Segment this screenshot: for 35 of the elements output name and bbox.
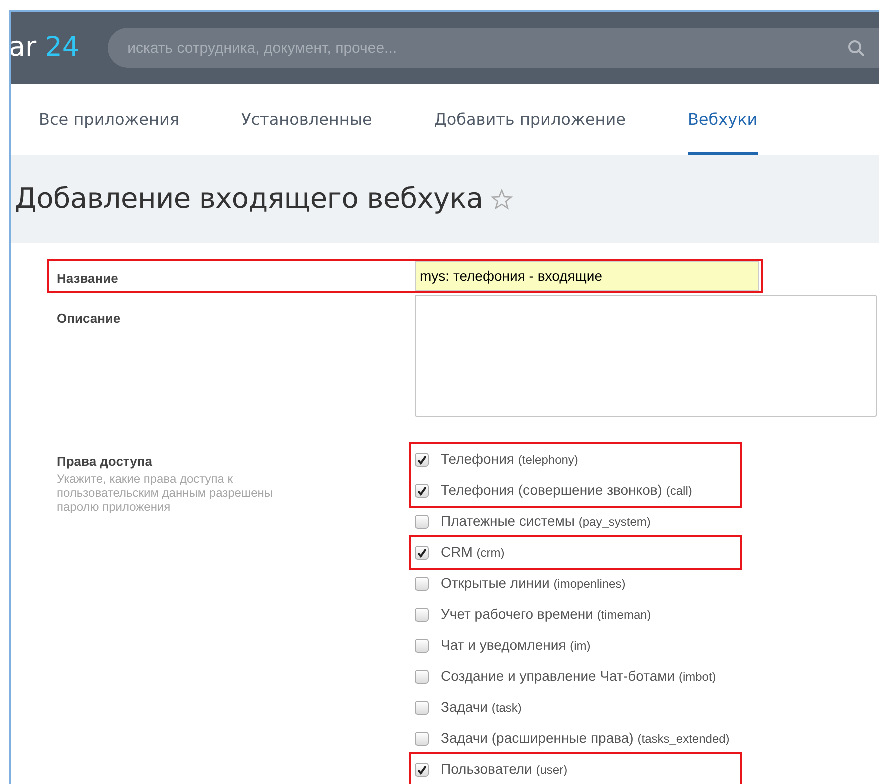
checkbox[interactable]: [415, 546, 429, 560]
checkbox-label: Чат и уведомления (im): [441, 636, 591, 655]
checkbox[interactable]: [415, 732, 429, 746]
checkbox[interactable]: [415, 608, 429, 622]
field-label: Права доступа: [57, 453, 154, 471]
field-label: Описание: [57, 311, 121, 326]
description-field[interactable]: [415, 295, 877, 417]
checkbox[interactable]: [415, 484, 429, 498]
search-icon: [848, 40, 865, 57]
checkbox-label: Телефония (telephony): [441, 450, 578, 469]
star-icon[interactable]: [491, 188, 514, 210]
checkbox-label: Задачи (расширенные права) (tasks_extended): [441, 729, 730, 748]
checkbox[interactable]: [415, 638, 429, 652]
checkbox-label: Задачи (task): [441, 698, 522, 717]
checkbox-label: Платежные системы (pay_system): [441, 512, 651, 531]
name-field[interactable]: mys: телефония - входящие: [415, 261, 759, 291]
search-field[interactable]: искать сотрудника, документ, прочее...: [108, 28, 879, 68]
checkbox[interactable]: [415, 576, 429, 590]
checkbox-label: Телефония (совершение звонков) (call): [441, 481, 692, 500]
checkbox[interactable]: [415, 762, 429, 776]
hint-text: Укажите, какие права доступа к пользовательским данным разрешены паролю приложения: [57, 472, 274, 515]
tab[interactable]: Добавить приложение: [434, 84, 626, 155]
field-label: Название: [57, 271, 118, 286]
checkbox-label: Пользователи (user): [441, 760, 568, 779]
checkbox-label: Открытые линии (imopenlines): [441, 574, 626, 593]
checkbox[interactable]: [415, 670, 429, 684]
checkbox-label: CRM (crm): [441, 543, 505, 562]
page-title: Добавление входящего вебхука: [15, 182, 484, 216]
checkbox[interactable]: [415, 700, 429, 714]
checkbox[interactable]: [415, 514, 429, 528]
checkbox-label: Учет рабочего времени (timeman): [441, 605, 652, 624]
checkbox[interactable]: [415, 452, 429, 466]
checkbox-label: Создание и управление Чат-ботами (imbot): [441, 667, 716, 686]
tab[interactable]: Все приложения: [39, 84, 180, 155]
tab[interactable]: Установленные: [241, 84, 372, 155]
